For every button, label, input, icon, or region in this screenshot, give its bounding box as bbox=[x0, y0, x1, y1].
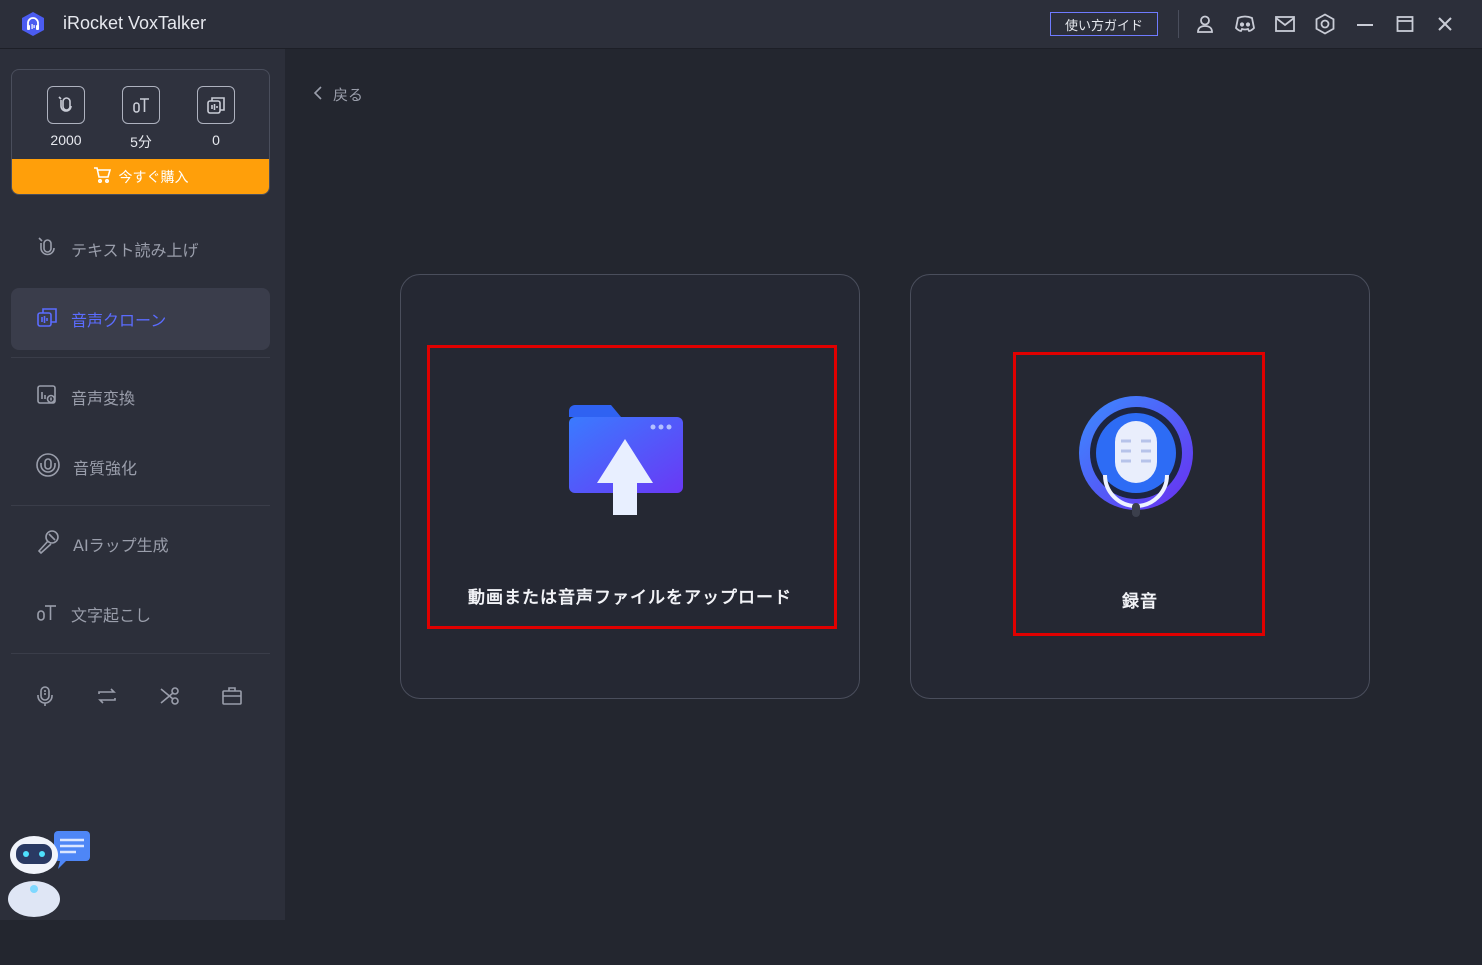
user-icon[interactable] bbox=[1193, 12, 1217, 36]
upload-folder-icon bbox=[569, 405, 685, 521]
assistant-robot-icon[interactable] bbox=[4, 829, 96, 965]
sidebar-item-label: 音質強化 bbox=[73, 459, 138, 478]
tts-credit-value: 2000 bbox=[50, 132, 82, 148]
scissors-tool-icon[interactable] bbox=[157, 683, 183, 709]
sidebar-item-label: テキスト読み上げ bbox=[71, 241, 199, 260]
repeat-tool-icon[interactable] bbox=[94, 683, 120, 709]
app-logo-icon bbox=[20, 11, 46, 37]
mic-tool-icon[interactable] bbox=[32, 683, 58, 709]
tts-icon bbox=[35, 235, 59, 263]
titlebar-divider bbox=[1178, 10, 1179, 38]
upload-card-label: 動画または音声ファイルをアップロード bbox=[468, 588, 792, 608]
upload-file-card[interactable]: 動画または音声ファイルをアップロード bbox=[400, 274, 860, 699]
minimize-icon[interactable] bbox=[1353, 12, 1377, 36]
toolbox-icon[interactable] bbox=[219, 683, 245, 709]
sidebar-item-label: 音声クローン bbox=[71, 311, 167, 330]
clone-credit-icon bbox=[197, 86, 235, 124]
sidebar-item-transcribe[interactable]: 文字起こし bbox=[11, 583, 270, 645]
tts-credit-icon bbox=[47, 86, 85, 124]
transcribe-credit-icon bbox=[122, 86, 160, 124]
sidebar-item-tts[interactable]: テキスト読み上げ bbox=[11, 218, 270, 280]
settings-icon[interactable] bbox=[1313, 12, 1337, 36]
close-icon[interactable] bbox=[1433, 12, 1457, 36]
rap-mic-icon bbox=[35, 529, 61, 559]
chevron-left-icon bbox=[313, 85, 323, 104]
transcribe-icon bbox=[35, 600, 59, 628]
voice-convert-icon bbox=[35, 383, 59, 411]
nav-divider bbox=[11, 505, 270, 506]
sidebar-item-audio-enhance[interactable]: 音質強化 bbox=[11, 436, 270, 498]
sidebar-item-label: 音声変換 bbox=[71, 389, 136, 408]
transcribe-credit-value: 5分 bbox=[130, 134, 152, 150]
tts-credit: 2000 bbox=[36, 86, 96, 148]
sidebar: 2000 5分 0 今すぐ購入 テキスト読み上げ 音声クローン 音声変換 音質強… bbox=[0, 49, 285, 920]
back-label: 戻る bbox=[333, 86, 364, 104]
buy-now-button[interactable]: 今すぐ購入 bbox=[12, 159, 269, 194]
sidebar-item-ai-rap[interactable]: AIラップ生成 bbox=[11, 513, 270, 575]
clone-credit: 0 bbox=[186, 86, 246, 148]
app-title: iRocket VoxTalker bbox=[63, 13, 207, 33]
maximize-icon[interactable] bbox=[1393, 12, 1417, 36]
nav-divider bbox=[11, 357, 270, 358]
nav-divider bbox=[11, 653, 270, 654]
sidebar-item-label: 文字起こし bbox=[71, 606, 152, 625]
sidebar-item-voice-clone[interactable]: 音声クローン bbox=[11, 288, 270, 350]
cart-icon bbox=[93, 166, 111, 187]
clone-credit-value: 0 bbox=[212, 132, 220, 148]
main-content: 戻る 動画または音声ファイルをアップロード 録音 bbox=[285, 49, 1482, 920]
credits-panel: 2000 5分 0 今すぐ購入 bbox=[11, 69, 270, 195]
back-button[interactable]: 戻る bbox=[313, 84, 363, 105]
buy-now-label: 今すぐ購入 bbox=[118, 169, 189, 186]
mail-icon[interactable] bbox=[1273, 12, 1297, 36]
record-card-label: 録音 bbox=[1122, 592, 1158, 612]
transcribe-credit: 5分 bbox=[111, 86, 171, 152]
audio-enhance-icon bbox=[35, 452, 61, 482]
discord-icon[interactable] bbox=[1233, 12, 1257, 36]
record-card[interactable]: 録音 bbox=[910, 274, 1370, 699]
voice-clone-icon bbox=[35, 305, 59, 333]
sidebar-item-voice-convert[interactable]: 音声変換 bbox=[11, 366, 270, 428]
user-guide-button[interactable]: 使い方ガイド bbox=[1050, 12, 1158, 36]
sidebar-item-label: AIラップ生成 bbox=[73, 536, 169, 555]
title-bar: iRocket VoxTalker 使い方ガイド bbox=[0, 0, 1482, 49]
microphone-record-icon bbox=[1077, 395, 1197, 525]
